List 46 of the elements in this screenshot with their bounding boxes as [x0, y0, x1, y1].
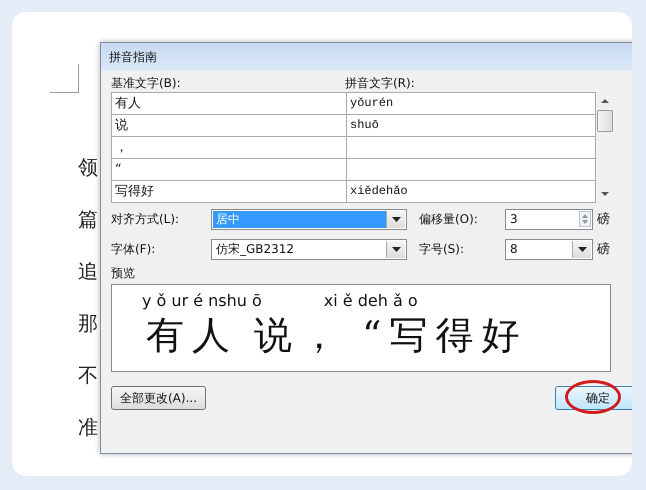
preview-label: 预览 [111, 265, 136, 282]
field-label: 字体(F): [111, 240, 156, 258]
document-text: 篇 [78, 209, 98, 229]
base-text-field[interactable]: “ [112, 159, 346, 180]
document-text: 那 [78, 313, 98, 333]
offset-spinner[interactable]: 3 [505, 208, 593, 230]
preview-pinyin: xi ě deh ǎ o [324, 291, 418, 310]
dropdown-arrow-icon[interactable] [392, 246, 400, 252]
scroll-up-icon[interactable] [600, 98, 608, 104]
document-text: 准 [78, 417, 98, 437]
spinner-value: 3 [509, 212, 519, 226]
column-header: 基准文字(B): [111, 75, 182, 92]
scroll-thumb[interactable] [596, 110, 612, 132]
pinyin-field[interactable]: yǒurén [347, 93, 595, 114]
spinner-arrows-icon[interactable] [579, 211, 591, 227]
document-text: 不 [78, 365, 98, 385]
base-text-field[interactable]: 写得好 [112, 181, 346, 202]
pinyin-field[interactable]: shuō [347, 115, 595, 136]
preview-pinyin: y ǒ ur é nshu ō [142, 291, 262, 310]
preview-text: “写得好 [362, 312, 528, 358]
window-title: 拼音指南 [109, 48, 157, 66]
preview-text: 说， [254, 312, 346, 358]
scroll-down-icon[interactable] [600, 191, 608, 197]
dropdown-value: 仿宋_GB2312 [215, 240, 296, 258]
dropdown-arrow-icon[interactable] [392, 216, 400, 222]
unit-label: 磅 [596, 241, 610, 258]
column-header: 拼音文字(R): [345, 75, 415, 92]
dialog-button[interactable]: 确定 [555, 386, 632, 410]
size-dropdown[interactable]: 8 [505, 238, 593, 260]
margin-corner-mark [50, 64, 79, 93]
field-label: 字号(S): [418, 240, 466, 258]
dropdown-value: 居中 [213, 210, 386, 228]
preview-text: 有人 [146, 312, 238, 358]
document-text: 追 [78, 261, 98, 281]
document-text: 领 [78, 157, 98, 177]
pinyin-field[interactable]: xiědehǎo [347, 181, 595, 202]
dropdown-value: 8 [509, 242, 519, 256]
dropdown-arrow-icon[interactable] [578, 246, 586, 252]
unit-label: 磅 [596, 211, 610, 228]
field-label: 偏移量(O): [418, 210, 479, 228]
font-dropdown[interactable]: 仿宋_GB2312 [211, 238, 407, 260]
field-label: 对齐方式(L): [111, 210, 180, 228]
dialog-button[interactable]: 全部更改(A)... [111, 386, 206, 410]
base-text-field[interactable]: ， [112, 137, 346, 158]
base-text-field[interactable]: 说 [112, 115, 346, 136]
base-text-field[interactable]: 有人 [112, 93, 346, 114]
